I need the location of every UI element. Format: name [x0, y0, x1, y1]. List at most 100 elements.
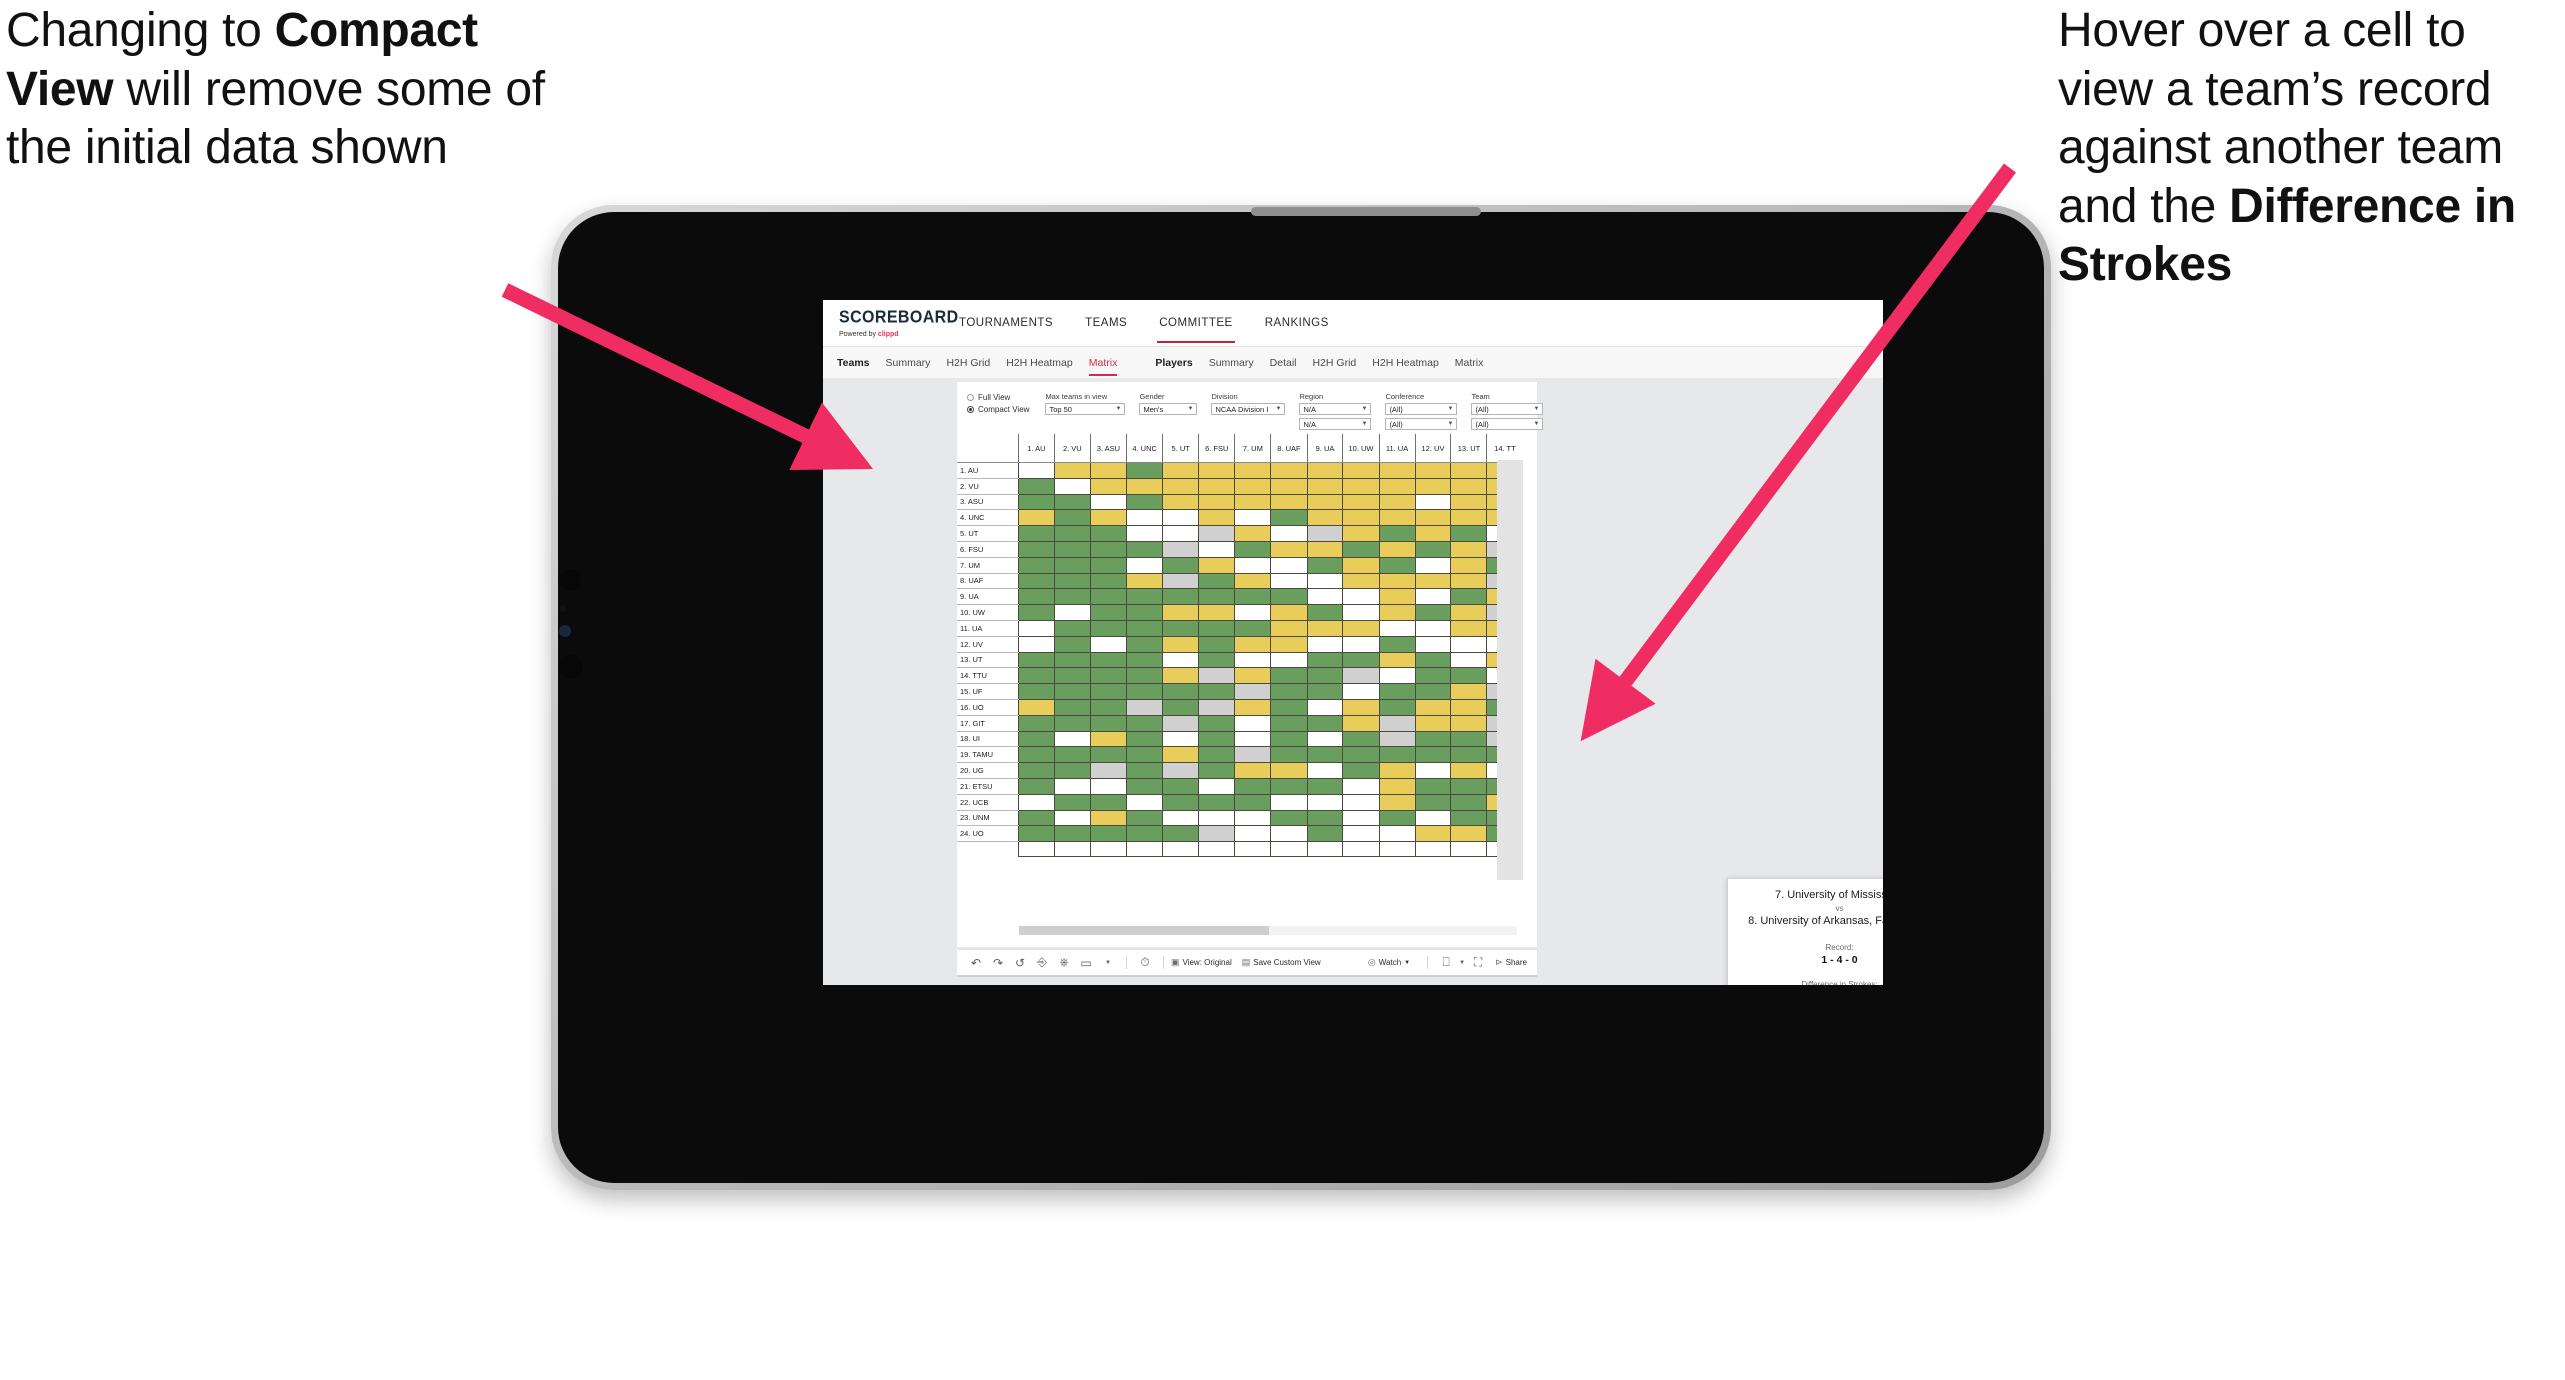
- matrix-cell[interactable]: [1234, 462, 1272, 479]
- matrix-cell[interactable]: [1234, 478, 1272, 495]
- matrix-row-header[interactable]: 16. UO: [957, 699, 1019, 716]
- matrix-cell[interactable]: [1414, 525, 1452, 542]
- matrix-cell[interactable]: [1234, 573, 1272, 590]
- matrix-cell[interactable]: [1234, 636, 1272, 653]
- matrix-cell[interactable]: [1234, 778, 1272, 795]
- matrix-cell[interactable]: [1198, 699, 1236, 716]
- matrix-cell[interactable]: [1378, 652, 1416, 669]
- matrix-column-header[interactable]: 12. UV: [1414, 434, 1451, 463]
- matrix-column-header[interactable]: 3. ASU: [1089, 434, 1127, 463]
- matrix-cell[interactable]: [1126, 652, 1164, 669]
- matrix-column-header[interactable]: 14. TT: [1486, 434, 1523, 463]
- matrix-cell[interactable]: [1414, 573, 1452, 590]
- matrix-cell[interactable]: [1017, 652, 1055, 669]
- matrix-cell[interactable]: [1378, 683, 1416, 700]
- matrix-cell[interactable]: [1306, 667, 1344, 685]
- matrix-cell[interactable]: [1270, 588, 1308, 606]
- matrix-cell[interactable]: [1342, 588, 1380, 606]
- matrix-cell[interactable]: [1270, 541, 1308, 558]
- matrix-cell[interactable]: [1162, 573, 1200, 590]
- filter-region-select-2[interactable]: N/A ▼: [1299, 418, 1372, 430]
- device-layout-icon[interactable]: ⎕: [1435, 954, 1457, 972]
- matrix-cell[interactable]: [1342, 478, 1380, 495]
- matrix-cell[interactable]: [1053, 557, 1091, 574]
- matrix-cell[interactable]: [1306, 604, 1344, 621]
- matrix-column-header[interactable]: 5. UT: [1162, 434, 1199, 463]
- matrix-cell[interactable]: [1378, 715, 1416, 732]
- matrix-cell[interactable]: [1270, 620, 1308, 637]
- matrix-cell[interactable]: [1450, 557, 1488, 574]
- matrix-cell[interactable]: [1450, 731, 1488, 748]
- matrix-cell[interactable]: [1126, 794, 1164, 811]
- matrix-row-header[interactable]: 15. UF: [957, 683, 1019, 700]
- matrix-cell[interactable]: [1089, 525, 1128, 542]
- matrix-cell[interactable]: [1089, 715, 1128, 732]
- matrix-cell[interactable]: [1270, 636, 1308, 653]
- matrix-cell[interactable]: [1450, 525, 1488, 542]
- matrix-cell[interactable]: [1450, 699, 1488, 716]
- matrix-cell[interactable]: [1162, 588, 1200, 606]
- matrix-row-header[interactable]: 24. UO: [957, 825, 1019, 843]
- matrix-cell[interactable]: [1234, 509, 1272, 527]
- matrix-cell[interactable]: [1017, 667, 1055, 685]
- matrix-cell[interactable]: [1017, 746, 1055, 764]
- matrix-cell[interactable]: [1126, 509, 1164, 527]
- matrix-cell[interactable]: [1378, 557, 1416, 574]
- matrix-cell[interactable]: [1198, 762, 1236, 779]
- matrix-cell[interactable]: [1198, 509, 1236, 527]
- matrix-cell[interactable]: [1053, 683, 1091, 700]
- matrix-cell[interactable]: [1342, 557, 1380, 574]
- matrix-column-header[interactable]: 11. UA: [1378, 434, 1415, 463]
- matrix-cell[interactable]: [1053, 794, 1091, 811]
- matrix-row-header[interactable]: 18. UI: [957, 731, 1019, 748]
- filter-conference-select-2[interactable]: (All) ▼: [1385, 418, 1458, 430]
- filter-division-select[interactable]: NCAA Division I ▼: [1211, 403, 1286, 415]
- matrix-cell[interactable]: [1414, 541, 1452, 558]
- matrix-cell[interactable]: [1414, 715, 1452, 732]
- matrix-cell[interactable]: [1017, 604, 1055, 621]
- matrix-cell[interactable]: [1234, 731, 1272, 748]
- matrix-cell[interactable]: [1306, 573, 1344, 590]
- matrix-row-header[interactable]: 17. GIT: [957, 715, 1019, 732]
- matrix-cell[interactable]: [1089, 778, 1128, 795]
- matrix-row-header[interactable]: 23. UNM: [957, 810, 1019, 827]
- matrix-cell[interactable]: [1126, 557, 1164, 574]
- matrix-cell[interactable]: [1053, 699, 1091, 716]
- matrix-cell[interactable]: [1414, 557, 1452, 574]
- matrix-cell[interactable]: [1089, 683, 1128, 700]
- matrix-row-header[interactable]: 2. VU: [957, 478, 1019, 495]
- matrix-cell[interactable]: [1053, 478, 1091, 495]
- matrix-cell[interactable]: [1378, 588, 1416, 606]
- matrix-cell[interactable]: [1198, 652, 1236, 669]
- matrix-cell[interactable]: [1017, 825, 1055, 843]
- subnav-players-summary[interactable]: Summary: [1209, 357, 1254, 369]
- matrix-cell[interactable]: [1342, 715, 1380, 732]
- matrix-cell[interactable]: [1198, 604, 1236, 621]
- matrix-cell[interactable]: [1306, 731, 1344, 748]
- matrix-cell[interactable]: [1270, 746, 1308, 764]
- matrix-cell[interactable]: [1378, 462, 1416, 479]
- matrix-cell[interactable]: [1270, 509, 1308, 527]
- brand-logo[interactable]: SCOREBOARD Powered by clippd: [823, 300, 958, 346]
- matrix-cell[interactable]: [1414, 478, 1452, 495]
- matrix-column-header[interactable]: 7. UM: [1234, 434, 1271, 463]
- matrix-cell[interactable]: [1234, 825, 1272, 843]
- matrix-cell[interactable]: [1053, 652, 1091, 669]
- view-mode-radio-group[interactable]: Full View Compact View: [967, 392, 1029, 417]
- matrix-horizontal-scrollbar[interactable]: [1019, 926, 1517, 935]
- matrix-cell[interactable]: [1162, 794, 1200, 811]
- matrix-cell[interactable]: [1414, 509, 1452, 527]
- matrix-cell[interactable]: [1017, 794, 1055, 811]
- filter-team-select-2[interactable]: (All) ▼: [1471, 418, 1544, 430]
- matrix-cell[interactable]: [1017, 462, 1055, 479]
- matrix-cell[interactable]: [1162, 509, 1200, 527]
- matrix-cell[interactable]: [1234, 683, 1272, 700]
- matrix-cell[interactable]: [1162, 525, 1200, 542]
- matrix-cell[interactable]: [1126, 746, 1164, 764]
- fullscreen-icon[interactable]: ⛶: [1467, 954, 1489, 972]
- matrix-column-header[interactable]: 1. AU: [1017, 434, 1055, 463]
- matrix-cell[interactable]: [1450, 683, 1488, 700]
- matrix-cell[interactable]: [1089, 509, 1128, 527]
- matrix-cell[interactable]: [1234, 715, 1272, 732]
- matrix-cell[interactable]: [1234, 794, 1272, 811]
